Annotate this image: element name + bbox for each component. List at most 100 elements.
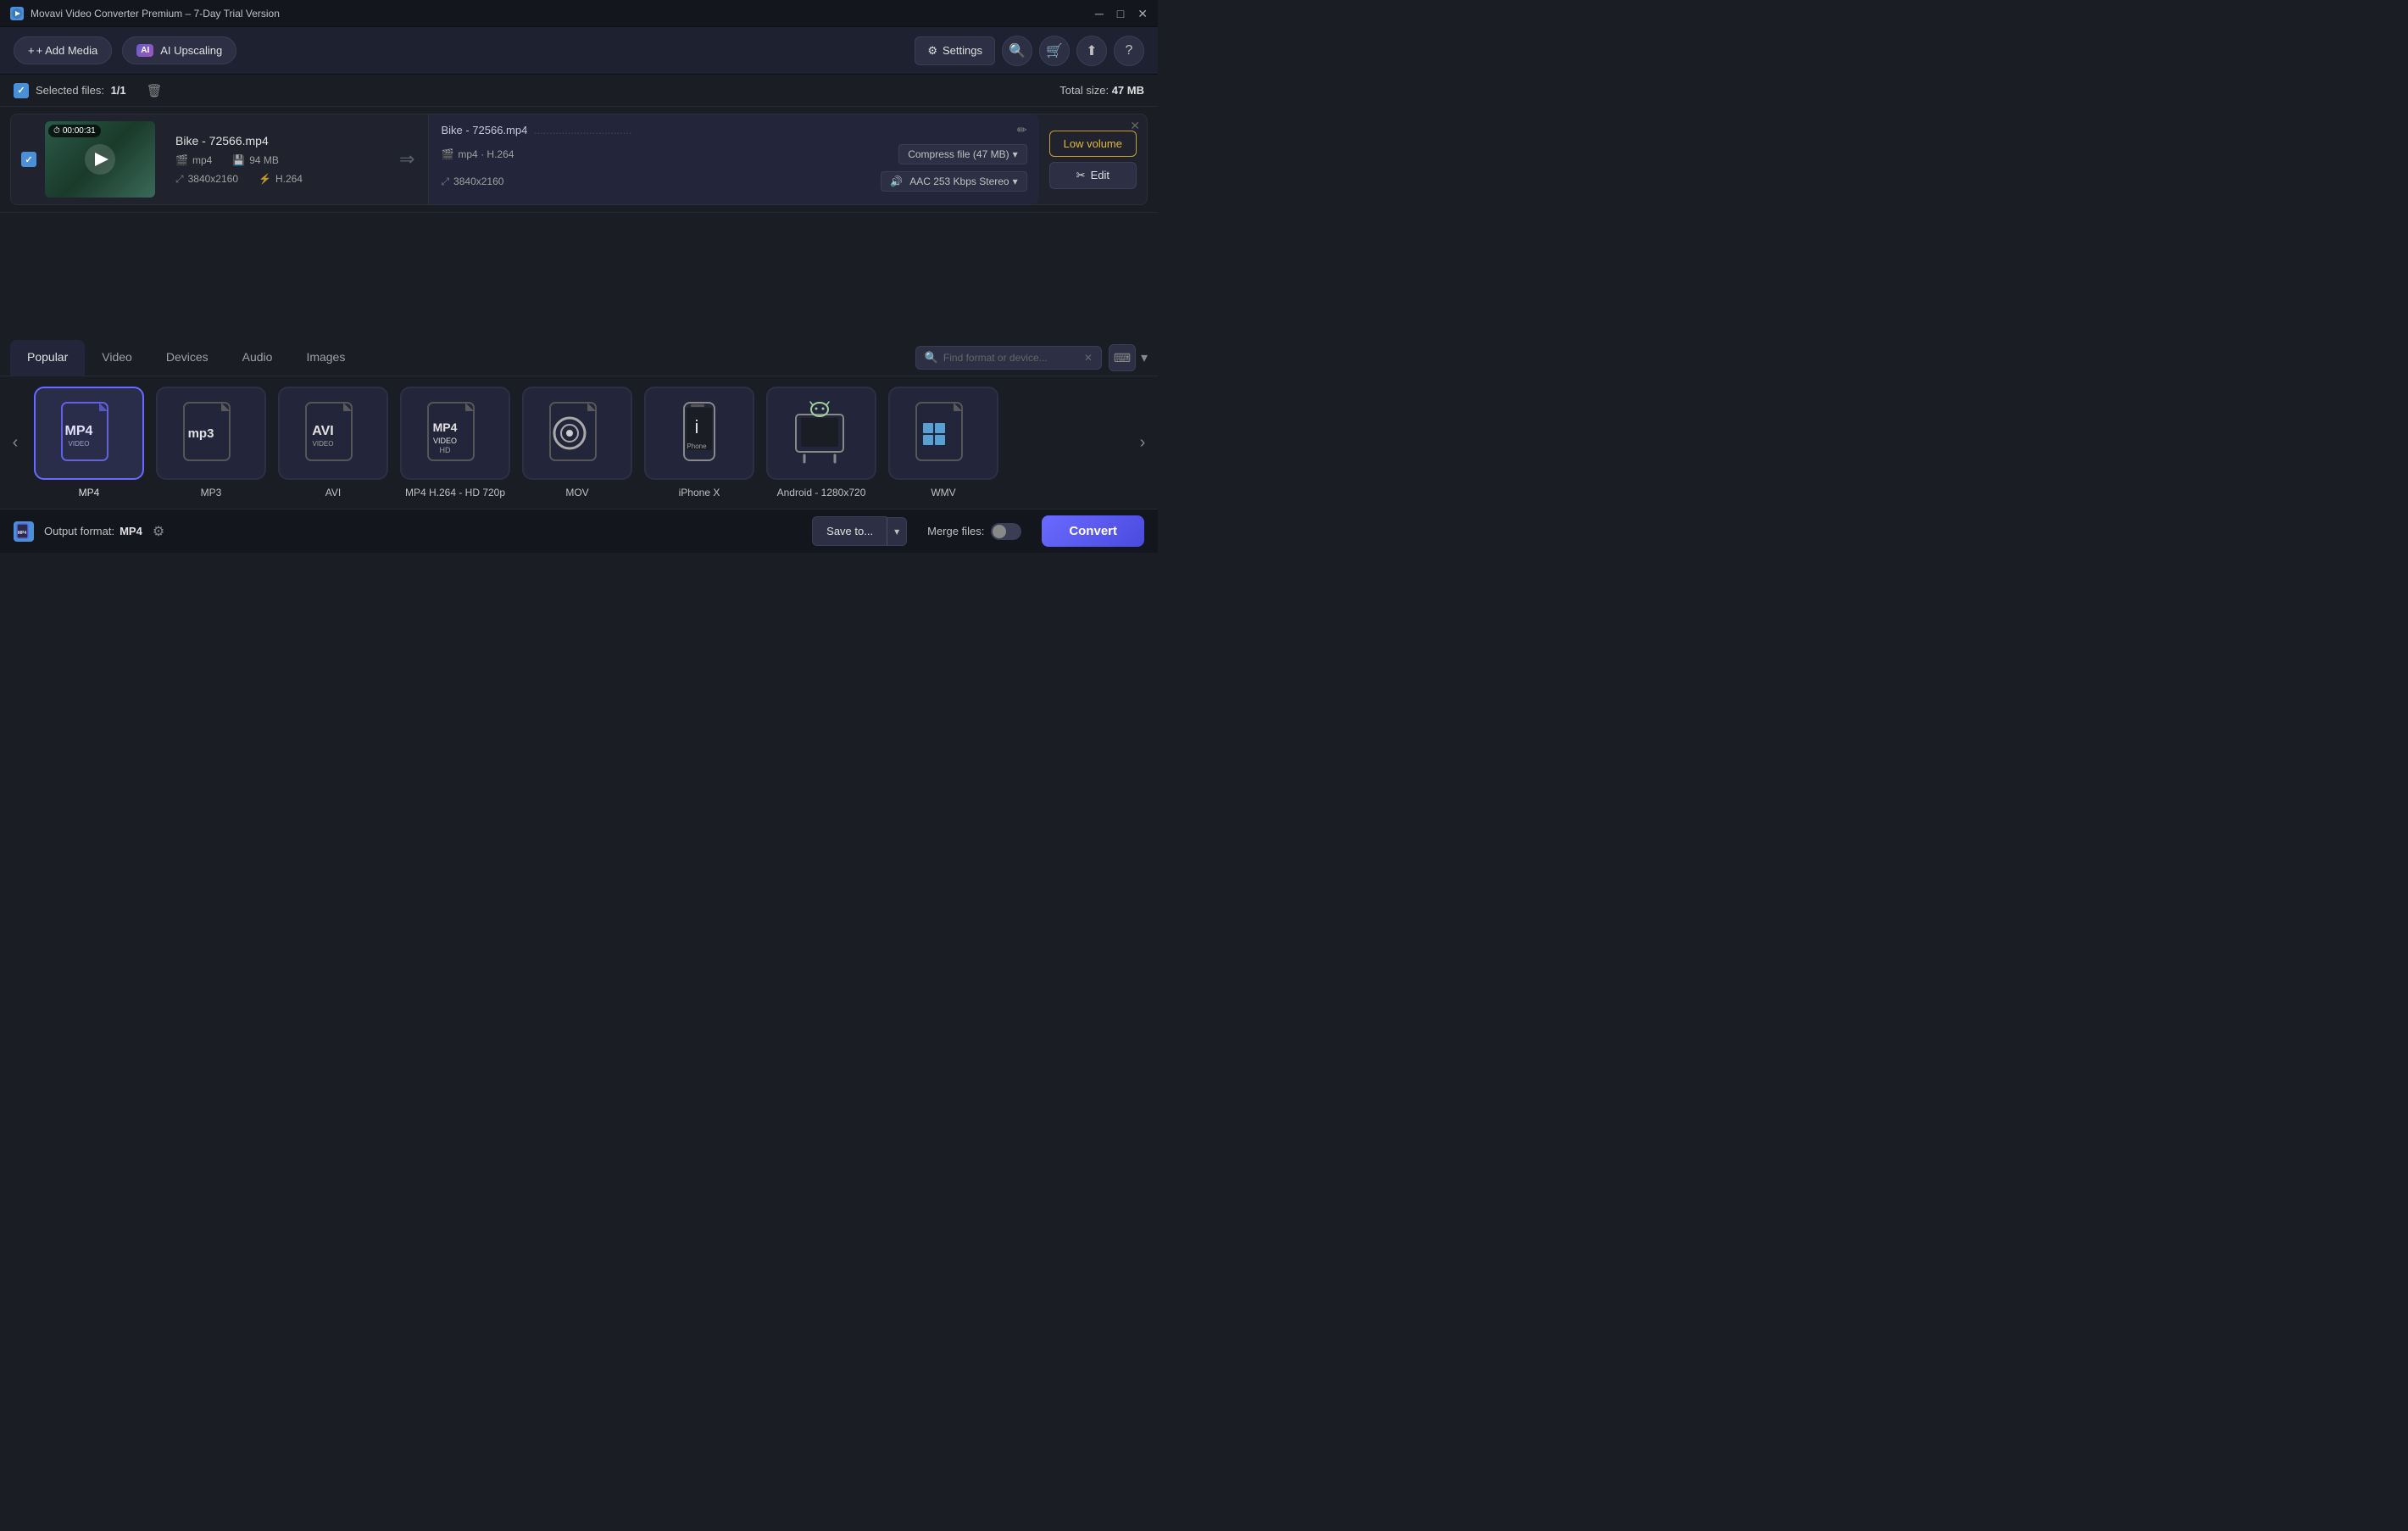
output-format-text: Output format: (44, 525, 114, 537)
toolbar-left: + + Add Media AI AI Upscaling (14, 36, 236, 64)
title-bar: Movavi Video Converter Premium – 7-Day T… (0, 0, 1158, 27)
file-codec-prop: ⚡ H.264 (259, 173, 303, 186)
cart-button[interactable]: 🛒 (1039, 36, 1070, 66)
file-thumbnail[interactable]: ⏱ 00:00:31 (45, 121, 155, 198)
output-filename: Bike - 72566.mp4 .......................… (441, 124, 1009, 136)
help-button[interactable]: ? (1114, 36, 1144, 66)
file-list-area: ⏱ 00:00:31 Bike - 72566.mp4 🎬 mp4 💾 94 M… (0, 107, 1158, 213)
select-all-wrap[interactable]: Selected files: 1/1 (14, 83, 126, 98)
format-item-wmv[interactable]: WMV (888, 387, 998, 498)
file-output: Bike - 72566.mp4 .......................… (428, 114, 1038, 204)
edit-button[interactable]: ✂ Edit (1049, 162, 1137, 189)
svg-text:VIDEO: VIDEO (313, 440, 334, 448)
app-icon (10, 7, 24, 20)
minimize-button[interactable]: ─ (1095, 8, 1104, 19)
merge-toggle[interactable] (991, 523, 1021, 540)
format-item-iphonex[interactable]: i Phone iPhone X (644, 387, 754, 498)
screenshot-icon: ⌨ (1114, 351, 1131, 365)
format-label-mp4: MP4 (79, 487, 100, 498)
search-icon: 🔍 (1009, 42, 1026, 59)
format-item-mov[interactable]: MOV (522, 387, 632, 498)
delete-selected-button[interactable]: 🗑 (147, 83, 163, 98)
svg-text:MP4: MP4 (65, 424, 93, 438)
total-size: Total size: 47 MB (1059, 84, 1144, 97)
output-format-wrap: Output format: MP4 (44, 525, 142, 537)
file-props-bottom: ⤢ 3840x2160 ⚡ H.264 (175, 173, 375, 186)
convert-button[interactable]: Convert (1042, 515, 1144, 547)
add-media-label: + Add Media (36, 44, 98, 57)
save-to-button[interactable]: Save to... (812, 516, 887, 546)
low-volume-button[interactable]: Low volume (1049, 131, 1137, 157)
format-item-android[interactable]: Android - 1280x720 (766, 387, 876, 498)
tab-popular[interactable]: Popular (10, 340, 85, 376)
format-search-input[interactable] (943, 352, 1079, 364)
file-meta: Bike - 72566.mp4 🎬 mp4 💾 94 MB ⤢ 3840x21… (165, 114, 386, 204)
drop-zone (0, 213, 1158, 340)
save-dropdown-icon: ▾ (894, 526, 899, 537)
svg-text:mp3: mp3 (188, 426, 214, 441)
titlebar-controls[interactable]: ─ □ ✕ (1095, 8, 1148, 19)
format-icon-avi: AVI VIDEO (278, 387, 388, 480)
close-button[interactable]: ✕ (1137, 8, 1148, 19)
format-search-box[interactable]: 🔍 ✕ (915, 346, 1102, 370)
format-icon-android (766, 387, 876, 480)
settings-button[interactable]: ⚙ Settings (915, 36, 995, 65)
format-icon-iphonex: i Phone (644, 387, 754, 480)
output-format-icon-sm: MP4 (14, 521, 34, 542)
output-settings-button[interactable]: ⚙ (153, 523, 164, 540)
format-item-mp4[interactable]: MP4 VIDEO MP4 (34, 387, 144, 498)
convert-arrow: ⇒ (386, 114, 428, 204)
settings-label: Settings (943, 44, 982, 57)
format-icon-mp3: mp3 (156, 387, 266, 480)
resolution-icon: ⤢ (175, 173, 184, 186)
ai-upscaling-button[interactable]: AI AI Upscaling (122, 36, 236, 64)
save-to-dropdown-button[interactable]: ▾ (887, 517, 907, 546)
remove-file-button[interactable]: ✕ (1130, 120, 1140, 131)
format-icon-wmv (888, 387, 998, 480)
compress-dropdown[interactable]: Compress file (47 MB) ▾ (898, 144, 1026, 164)
tab-video[interactable]: Video (85, 340, 149, 376)
toolbar-right: ⚙ Settings 🔍 🛒 ⬆ ? (915, 36, 1144, 66)
file-resolution-prop: ⤢ 3840x2160 (175, 173, 238, 186)
codec-icon: ⚡ (259, 173, 271, 185)
maximize-button[interactable]: □ (1117, 8, 1124, 19)
share-icon: ⬆ (1086, 42, 1097, 59)
format-item-avi[interactable]: AVI VIDEO AVI (278, 387, 388, 498)
prev-formats-button[interactable]: ‹ (0, 433, 31, 453)
output-format-value: MP4 (120, 525, 142, 537)
file-format-prop: 🎬 mp4 (175, 154, 212, 166)
rename-button[interactable]: ✏ (1017, 123, 1027, 137)
format-item-mp4hd[interactable]: MP4 VIDEO HD MP4 H.264 - HD 720p (400, 387, 510, 498)
next-formats-button[interactable]: › (1127, 433, 1158, 453)
search-clear-button[interactable]: ✕ (1084, 352, 1093, 364)
chevron-left-icon: ‹ (13, 433, 19, 453)
play-button[interactable] (85, 144, 115, 175)
title-bar-left: Movavi Video Converter Premium – 7-Day T… (10, 7, 280, 20)
scissors-icon: ✂ (1076, 169, 1086, 182)
tab-images[interactable]: Images (289, 340, 362, 376)
tab-devices[interactable]: Devices (149, 340, 225, 376)
arrow-icon: ⇒ (399, 148, 414, 170)
format-grid-wrap: ‹ MP4 VIDEO MP4 (0, 376, 1158, 509)
cart-icon: 🛒 (1046, 42, 1063, 59)
format-label-iphonex: iPhone X (679, 487, 720, 498)
screenshot-button[interactable]: ⌨ (1109, 344, 1136, 371)
tab-audio[interactable]: Audio (225, 340, 290, 376)
add-media-button[interactable]: + + Add Media (14, 36, 112, 64)
ai-upscaling-label: AI Upscaling (160, 44, 222, 57)
file-item-left: ⏱ 00:00:31 (11, 114, 165, 204)
search-button[interactable]: 🔍 (1002, 36, 1032, 66)
file-checkbox[interactable] (21, 152, 36, 167)
format-icon-mp4: MP4 VIDEO (34, 387, 144, 480)
share-button[interactable]: ⬆ (1076, 36, 1107, 66)
format-icon-mov (522, 387, 632, 480)
clock-icon: ⏱ (53, 126, 60, 136)
select-all-checkbox[interactable] (14, 83, 29, 98)
format-label-avi: AVI (325, 487, 341, 498)
audio-icon: 🔊 (890, 175, 903, 187)
output-format-icon: 🎬 (441, 148, 453, 160)
format-item-mp3[interactable]: mp3 MP3 (156, 387, 266, 498)
expand-button[interactable]: ▾ (1141, 349, 1148, 366)
audio-dropdown[interactable]: 🔊 AAC 253 Kbps Stereo ▾ (881, 171, 1026, 192)
toolbar: + + Add Media AI AI Upscaling ⚙ Settings… (0, 27, 1158, 75)
